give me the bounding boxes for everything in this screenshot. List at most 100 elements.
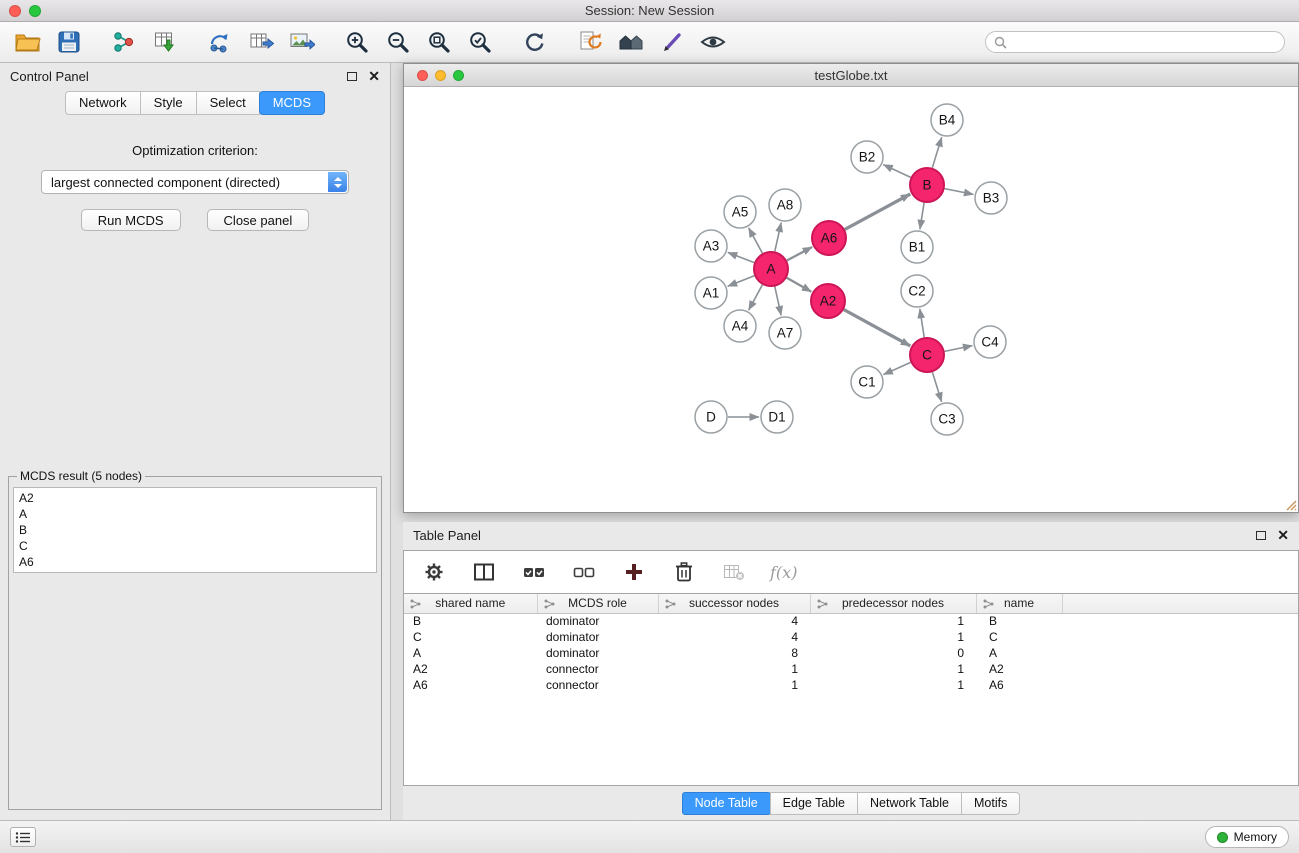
- node-B[interactable]: B: [910, 168, 944, 202]
- node-C[interactable]: C: [910, 338, 944, 372]
- delete-table-button[interactable]: [720, 558, 748, 586]
- table-row[interactable]: Bdominator41B: [404, 613, 1298, 629]
- status-list-button[interactable]: [10, 827, 36, 847]
- float-panel-icon[interactable]: [347, 72, 357, 81]
- network-close-button[interactable]: [417, 70, 428, 81]
- node-A3[interactable]: A3: [695, 230, 727, 262]
- column-header-MCDS-role[interactable]: MCDS role: [537, 594, 658, 613]
- column-header-predecessor-nodes[interactable]: predecessor nodes: [810, 594, 976, 613]
- edge-C-C2[interactable]: [920, 309, 924, 337]
- mcds-result-list[interactable]: A2ABCA6: [13, 487, 377, 573]
- show-hide-details-button[interactable]: [699, 28, 727, 56]
- edge-A6-B[interactable]: [845, 194, 911, 229]
- edge-A2-C[interactable]: [844, 310, 911, 346]
- column-header-successor-nodes[interactable]: successor nodes: [658, 594, 810, 613]
- column-header-shared-name[interactable]: shared name: [404, 594, 537, 613]
- node-C3[interactable]: C3: [931, 403, 963, 435]
- result-item[interactable]: C: [19, 538, 371, 554]
- edge-C-C4[interactable]: [945, 346, 973, 352]
- search-input[interactable]: [1012, 35, 1276, 49]
- refresh-button[interactable]: [521, 28, 549, 56]
- network-graph[interactable]: B4B2BB3A8A5A6B1A3AC2A1A2A4A7C4CC1DD1C3: [404, 87, 1298, 512]
- close-panel-button[interactable]: Close panel: [207, 209, 310, 231]
- tab-select[interactable]: Select: [196, 91, 260, 115]
- node-A4[interactable]: A4: [724, 310, 756, 342]
- zoom-out-button[interactable]: [384, 28, 412, 56]
- function-builder-button[interactable]: f(x): [770, 563, 797, 582]
- tab-network-table[interactable]: Network Table: [857, 792, 962, 815]
- edge-B-B2[interactable]: [883, 165, 910, 178]
- export-image-button[interactable]: [288, 28, 316, 56]
- node-A6[interactable]: A6: [812, 221, 846, 255]
- save-session-button[interactable]: [55, 28, 83, 56]
- edge-A-A3[interactable]: [728, 252, 754, 262]
- titlebar[interactable]: Session: New Session: [0, 0, 1299, 22]
- export-network-button[interactable]: [206, 28, 234, 56]
- open-recent-file-button[interactable]: [576, 28, 604, 56]
- network-canvas[interactable]: B4B2BB3A8A5A6B1A3AC2A1A2A4A7C4CC1DD1C3: [404, 87, 1298, 512]
- column-header-name[interactable]: name: [976, 594, 1062, 613]
- tab-edge-table[interactable]: Edge Table: [770, 792, 858, 815]
- node-A2[interactable]: A2: [811, 284, 845, 318]
- result-item[interactable]: A: [19, 506, 371, 522]
- result-item[interactable]: B: [19, 522, 371, 538]
- memory-button[interactable]: Memory: [1205, 826, 1289, 848]
- edge-A-A7[interactable]: [775, 287, 781, 316]
- network-window-titlebar[interactable]: testGlobe.txt: [404, 64, 1298, 87]
- result-item[interactable]: A2: [19, 490, 371, 506]
- delete-column-button[interactable]: [670, 558, 698, 586]
- select-all-button[interactable]: [520, 558, 548, 586]
- import-table-button[interactable]: [151, 28, 179, 56]
- table-row[interactable]: A2connector11A2: [404, 661, 1298, 677]
- edge-A-A2[interactable]: [787, 278, 812, 292]
- node-C2[interactable]: C2: [901, 275, 933, 307]
- edge-B-B4[interactable]: [932, 137, 941, 168]
- edge-A-A4[interactable]: [749, 285, 763, 310]
- tab-network[interactable]: Network: [65, 91, 141, 115]
- table-row[interactable]: A6connector11A6: [404, 677, 1298, 693]
- criterion-dropdown[interactable]: largest connected component (directed): [41, 170, 349, 194]
- node-A1[interactable]: A1: [695, 277, 727, 309]
- network-minimize-button[interactable]: [435, 70, 446, 81]
- run-mcds-button[interactable]: Run MCDS: [81, 209, 181, 231]
- first-neighbors-button[interactable]: [617, 28, 645, 56]
- export-table-button[interactable]: [247, 28, 275, 56]
- tab-motifs[interactable]: Motifs: [961, 792, 1020, 815]
- float-table-panel-icon[interactable]: [1256, 531, 1266, 540]
- node-A[interactable]: A: [754, 252, 788, 286]
- edge-B-B3[interactable]: [945, 189, 974, 195]
- zoom-in-button[interactable]: [343, 28, 371, 56]
- network-zoom-button[interactable]: [453, 70, 464, 81]
- node-B2[interactable]: B2: [851, 141, 883, 173]
- tab-style[interactable]: Style: [140, 91, 197, 115]
- zoom-fit-button[interactable]: [425, 28, 453, 56]
- import-network-button[interactable]: [110, 28, 138, 56]
- tab-mcds[interactable]: MCDS: [259, 91, 325, 115]
- edge-A-A5[interactable]: [749, 228, 763, 253]
- layout-brush-button[interactable]: [658, 28, 686, 56]
- node-C4[interactable]: C4: [974, 326, 1006, 358]
- close-window-button[interactable]: [9, 5, 21, 17]
- zoom-selected-button[interactable]: [466, 28, 494, 56]
- edge-C-C3[interactable]: [932, 372, 941, 402]
- table-row[interactable]: Cdominator41C: [404, 629, 1298, 645]
- node-B1[interactable]: B1: [901, 231, 933, 263]
- result-item[interactable]: A6: [19, 554, 371, 570]
- node-B4[interactable]: B4: [931, 104, 963, 136]
- close-panel-icon[interactable]: ✕: [368, 71, 380, 81]
- edge-A-A8[interactable]: [775, 223, 781, 252]
- tab-node-table[interactable]: Node Table: [682, 792, 771, 815]
- edge-A-A1[interactable]: [728, 276, 755, 287]
- node-A5[interactable]: A5: [724, 196, 756, 228]
- edge-A-A6[interactable]: [787, 247, 812, 261]
- node-C1[interactable]: C1: [851, 366, 883, 398]
- table-settings-button[interactable]: [420, 558, 448, 586]
- edge-B-B1[interactable]: [920, 203, 924, 229]
- search-box[interactable]: [985, 31, 1285, 53]
- node-A8[interactable]: A8: [769, 189, 801, 221]
- table-row[interactable]: Adominator80A: [404, 645, 1298, 661]
- add-column-button[interactable]: [620, 558, 648, 586]
- open-session-button[interactable]: [14, 28, 42, 56]
- resize-grip-icon[interactable]: [1285, 499, 1297, 511]
- edge-C-C1[interactable]: [883, 362, 910, 374]
